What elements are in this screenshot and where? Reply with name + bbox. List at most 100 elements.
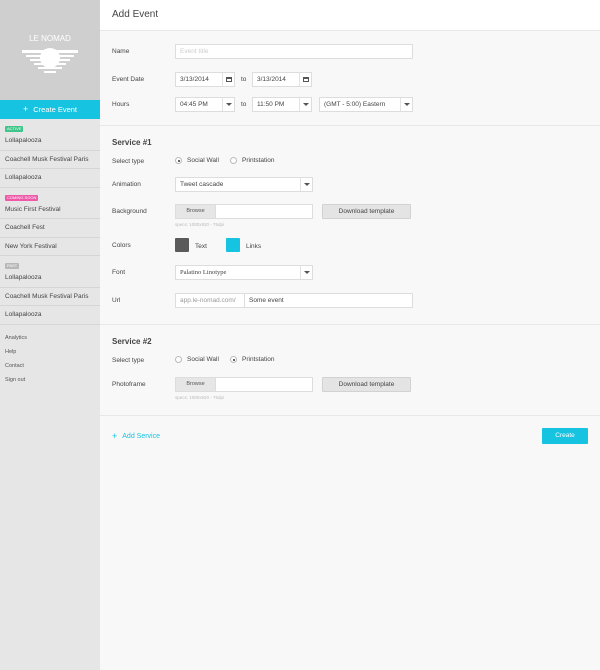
start-date-value: 3/13/2014 xyxy=(180,76,209,83)
sidebar-link-contact[interactable]: Contact xyxy=(0,359,100,373)
sidebar-event-item[interactable]: Lollapalooza xyxy=(0,169,100,188)
url-input[interactable]: Some event xyxy=(244,293,413,308)
sidebar: LE NOMAD + Create Event Active Lollapalo… xyxy=(0,0,100,670)
sidebar-event-item[interactable]: Music First Festival xyxy=(0,201,100,219)
sidebar-link-help[interactable]: Help xyxy=(0,345,100,359)
service-2-section: Service #2 Select type Social Wall Print… xyxy=(100,325,600,416)
timezone-select[interactable]: (GMT - 5:00) Eastern xyxy=(319,97,413,112)
sidebar-links: Analytics Help Contact Sign out xyxy=(0,331,100,387)
chevron-down-icon xyxy=(222,98,234,111)
text-color-label: Text xyxy=(195,243,207,250)
select-type-label: Select type xyxy=(112,158,145,165)
download-template-button[interactable]: Download template xyxy=(322,377,411,392)
url-value: Some event xyxy=(249,297,284,304)
calendar-icon[interactable] xyxy=(299,73,311,86)
sidebar-event-item[interactable]: Lollapalooza xyxy=(0,132,100,151)
url-label: Url xyxy=(112,297,121,304)
logo-area: LE NOMAD xyxy=(0,0,100,100)
event-list-past: Lollapalooza Coachell Musk Festival Pari… xyxy=(0,269,100,325)
radio-social-wall[interactable]: Social Wall xyxy=(175,157,219,164)
radio-unchecked-icon xyxy=(230,157,237,164)
service-2-title: Service #2 xyxy=(112,337,152,346)
event-name-placeholder: Event title xyxy=(180,48,209,55)
font-select[interactable]: Palatino Linotype xyxy=(175,265,313,280)
text-color-swatch[interactable] xyxy=(175,238,189,252)
add-service-button[interactable]: + Add Service xyxy=(112,432,160,441)
sidebar-link-sign-out[interactable]: Sign out xyxy=(0,373,100,387)
le-nomad-logo: LE NOMAD xyxy=(22,34,78,73)
specs-text: specs: 1080x920 - 75dpi xyxy=(175,395,225,400)
event-list-active: Lollapalooza Coachell Musk Festival Pari… xyxy=(0,132,100,188)
radio-social-wall-label: Social Wall xyxy=(187,157,219,164)
radio-printstation-label: Printstation xyxy=(242,356,275,363)
font-label: Font xyxy=(112,269,126,276)
animation-value: Tweet cascade xyxy=(180,181,224,188)
event-date-label: Event Date xyxy=(112,76,145,83)
browse-button[interactable]: Browse xyxy=(176,205,216,218)
sidebar-link-analytics[interactable]: Analytics xyxy=(0,331,100,345)
specs-text: specs: 1080x920 - 75dpi xyxy=(175,222,225,227)
background-file-input[interactable]: Browse xyxy=(175,204,313,219)
links-color-swatch[interactable] xyxy=(226,238,240,252)
date-to-label: to xyxy=(241,76,247,83)
name-label: Name xyxy=(112,48,130,55)
start-hour-value: 04:45 PM xyxy=(180,101,208,108)
sidebar-event-item[interactable]: Coachell Fest xyxy=(0,219,100,238)
create-event-label: Create Event xyxy=(33,105,78,114)
photoframe-label: Photoframe xyxy=(112,381,146,388)
page-title: Add Event xyxy=(112,9,159,20)
animation-select[interactable]: Tweet cascade xyxy=(175,177,313,192)
main-panel: Add Event Name Event title Event Date 3/… xyxy=(100,0,600,670)
sidebar-event-item[interactable]: New York Festival xyxy=(0,238,100,256)
service-1-title: Service #1 xyxy=(112,138,152,147)
chevron-down-icon xyxy=(400,98,412,111)
end-date-input[interactable]: 3/13/2014 xyxy=(252,72,312,87)
event-details-section: Name Event title Event Date 3/13/2014 to… xyxy=(100,31,600,126)
logo-text: LE NOMAD xyxy=(29,34,71,43)
end-date-value: 3/13/2014 xyxy=(257,76,286,83)
radio-unchecked-icon xyxy=(175,356,182,363)
radio-printstation[interactable]: Printstation xyxy=(230,157,275,164)
photoframe-file-input[interactable]: Browse xyxy=(175,377,313,392)
plus-icon: + xyxy=(112,431,118,441)
event-list-coming-soon: Music First Festival Coachell Fest New Y… xyxy=(0,201,100,256)
chevron-down-icon xyxy=(299,98,311,111)
badge-coming-soon: Coming soon xyxy=(5,194,39,201)
start-date-input[interactable]: 3/13/2014 xyxy=(175,72,235,87)
end-hour-select[interactable]: 11:50 PM xyxy=(252,97,312,112)
radio-social-wall-label: Social Wall xyxy=(187,356,219,363)
radio-social-wall[interactable]: Social Wall xyxy=(175,356,219,363)
colors-label: Colors xyxy=(112,242,131,249)
chevron-down-icon xyxy=(300,266,312,279)
service-1-section: Service #1 Select type Social Wall Print… xyxy=(100,126,600,325)
hours-label: Hours xyxy=(112,101,130,108)
sidebar-event-item[interactable]: Coachell Musk Festival Paris xyxy=(0,288,100,306)
sidebar-event-item[interactable]: Lollapalooza xyxy=(0,269,100,288)
download-template-button[interactable]: Download template xyxy=(322,204,411,219)
event-name-input[interactable]: Event title xyxy=(175,44,413,59)
browse-button[interactable]: Browse xyxy=(176,378,216,391)
radio-printstation[interactable]: Printstation xyxy=(230,356,275,363)
chevron-down-icon xyxy=(300,178,312,191)
font-value: Palatino Linotype xyxy=(180,269,227,276)
radio-checked-icon xyxy=(175,157,182,164)
start-hour-select[interactable]: 04:45 PM xyxy=(175,97,235,112)
animation-label: Animation xyxy=(112,181,141,188)
create-event-button[interactable]: + Create Event xyxy=(0,100,100,119)
calendar-icon[interactable] xyxy=(222,73,234,86)
url-prefix: app.le-nomad.com/ xyxy=(175,293,245,308)
links-color-label: Links xyxy=(246,243,262,250)
sidebar-event-item[interactable]: Coachell Musk Festival Paris xyxy=(0,151,100,169)
select-type-label: Select type xyxy=(112,357,145,364)
timezone-value: (GMT - 5:00) Eastern xyxy=(324,101,386,108)
radio-printstation-label: Printstation xyxy=(242,157,275,164)
end-hour-value: 11:50 PM xyxy=(257,101,285,108)
sidebar-event-item[interactable]: Lollapalooza xyxy=(0,306,100,325)
page-header: Add Event xyxy=(100,0,600,31)
create-button[interactable]: Create xyxy=(542,428,588,444)
plus-icon: + xyxy=(22,104,29,114)
background-label: Background xyxy=(112,208,147,215)
add-service-label: Add Service xyxy=(122,433,161,440)
radio-checked-icon xyxy=(230,356,237,363)
hours-to-label: to xyxy=(241,101,247,108)
